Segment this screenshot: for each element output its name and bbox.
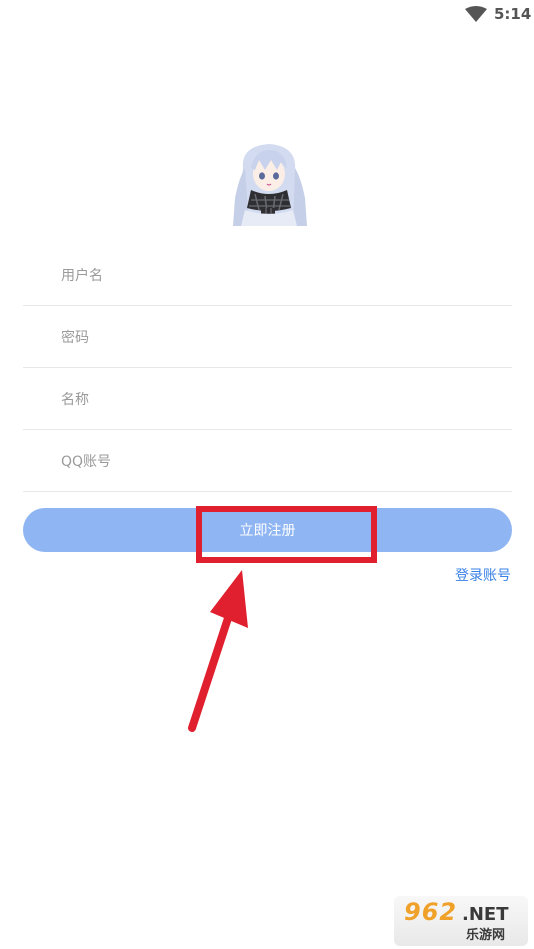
watermark-logo: 962 .NET 乐游网 bbox=[394, 896, 528, 946]
username-field[interactable] bbox=[23, 244, 512, 306]
nickname-input[interactable] bbox=[59, 384, 483, 416]
username-input[interactable] bbox=[59, 260, 483, 292]
avatar-image bbox=[231, 138, 309, 226]
password-field[interactable] bbox=[23, 306, 512, 368]
watermark-number: 962 bbox=[404, 898, 458, 926]
password-input[interactable] bbox=[59, 322, 483, 354]
watermark-net: .NET bbox=[462, 904, 509, 925]
status-time: 5:14 bbox=[494, 5, 532, 23]
register-button[interactable]: 立即注册 bbox=[23, 508, 512, 552]
nickname-field[interactable] bbox=[23, 368, 512, 430]
watermark-cn: 乐游网 bbox=[466, 928, 506, 943]
status-bar: 5:14 bbox=[0, 0, 534, 28]
qq-field[interactable] bbox=[23, 430, 512, 492]
qq-input[interactable] bbox=[59, 446, 483, 478]
login-link[interactable]: 登录账号 bbox=[455, 565, 511, 585]
wifi-icon bbox=[465, 6, 487, 22]
arrow-annotation-icon bbox=[188, 570, 248, 732]
